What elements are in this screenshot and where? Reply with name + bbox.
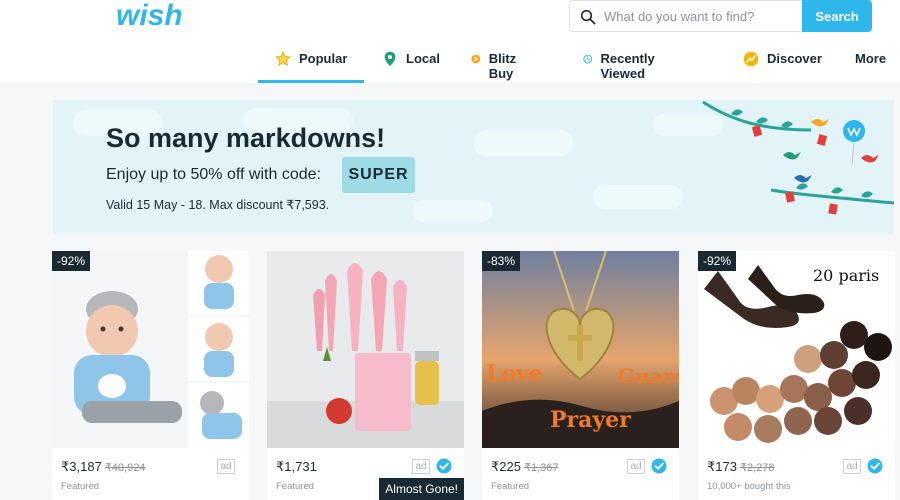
search-box	[569, 0, 803, 32]
product-meta: 10,000+ bought this	[707, 481, 791, 492]
product-meta: Featured	[276, 481, 315, 492]
tab-label: Discover	[767, 51, 822, 66]
svg-text:20 paris: 20 paris	[813, 266, 879, 285]
discount-badge: -92%	[698, 251, 737, 271]
tab-label: Recently Viewed	[600, 51, 655, 81]
wish-logo[interactable]: wish	[116, 0, 196, 32]
product-image[interactable]: Love Guard Prayer	[482, 251, 679, 448]
svg-text:Love: Love	[486, 361, 543, 387]
tab-label: More	[855, 51, 887, 66]
almost-gone-badge: Almost Gone!	[379, 478, 464, 500]
discount-badge: -83%	[482, 251, 521, 271]
product-meta: Featured	[61, 481, 100, 492]
verified-check-icon	[436, 458, 452, 474]
discover-icon	[743, 51, 759, 67]
svg-text:wish: wish	[116, 0, 183, 32]
tab-label: Popular	[299, 51, 348, 66]
product-image[interactable]	[267, 251, 464, 448]
tab-recently-viewed[interactable]: Recently Viewed	[583, 46, 661, 83]
product-image[interactable]	[52, 251, 249, 448]
product-card[interactable]: Love Guard Prayer -83% ₹225₹1,367 ad Fea…	[482, 251, 679, 500]
price: ₹225 ₹1,367	[491, 459, 559, 475]
search-input[interactable]	[604, 5, 794, 27]
ad-badge: ad	[217, 459, 235, 474]
tab-label: Local	[406, 51, 440, 66]
discount-badge: -92%	[52, 251, 91, 271]
header: wish Search Popular Local	[0, 0, 900, 83]
search-icon	[580, 9, 596, 25]
price: ₹3,187 ₹40,924	[61, 459, 145, 475]
cloud-decoration	[413, 200, 493, 222]
search-button[interactable]: Search	[802, 0, 872, 32]
product-meta: Featured	[491, 481, 530, 492]
current-price: ₹3,187	[61, 459, 102, 474]
tab-blitz-buy[interactable]: Blitz Buy	[471, 46, 522, 83]
tab-local[interactable]: Local	[382, 46, 440, 83]
verified-check-icon	[651, 458, 667, 474]
price: ₹173 ₹2,278	[707, 459, 775, 475]
ad-badge: ad	[627, 459, 645, 474]
product-image[interactable]: 20 paris	[698, 251, 895, 448]
tab-popular[interactable]: Popular	[258, 46, 364, 83]
category-nav: Popular Local Blitz Buy Recently Viewed	[258, 46, 886, 83]
price: ₹1,731	[276, 459, 317, 475]
current-price: ₹1,731	[276, 459, 317, 474]
clock-icon	[583, 54, 593, 64]
verified-check-icon	[867, 458, 883, 474]
svg-text:Guard: Guard	[618, 364, 679, 388]
tab-label: Blitz Buy	[488, 51, 517, 81]
star-icon	[275, 51, 291, 67]
cloud-decoration	[593, 185, 683, 209]
original-price: ₹1,367	[523, 462, 559, 474]
promo-banner[interactable]: So many markdowns! Enjoy up to 50% off w…	[53, 100, 894, 234]
blitz-buy-icon	[471, 54, 481, 64]
ad-badge: ad	[843, 459, 861, 474]
svg-text:Prayer: Prayer	[550, 407, 631, 433]
product-card[interactable]: -92% ₹3,187 ₹40,924 ad Featured	[52, 251, 249, 500]
banner-headline: So many markdowns!	[106, 123, 386, 153]
current-price: ₹173	[707, 459, 737, 474]
current-price: ₹225	[491, 459, 521, 474]
promo-code-badge: SUPER	[342, 157, 415, 193]
location-pin-icon	[384, 51, 396, 67]
product-card[interactable]: 20 paris -92% ₹173 ₹2,278 ad 10,000+ boug…	[698, 251, 895, 500]
tab-discover[interactable]: Discover	[743, 46, 822, 83]
banner-promo-text: Enjoy up to 50% off with code:	[106, 166, 321, 183]
birds-branches-illustration	[702, 100, 894, 215]
ad-badge: ad	[412, 459, 430, 474]
cloud-decoration	[473, 130, 573, 156]
original-price: ₹40,924	[104, 462, 146, 474]
banner-valid-text: Valid 15 May - 18. Max discount ₹7,593.	[106, 198, 330, 212]
tab-more[interactable]: More	[855, 46, 886, 83]
original-price: ₹2,278	[739, 462, 775, 474]
product-card[interactable]: Almost Gone! ₹1,731 ad Featured	[267, 251, 464, 500]
